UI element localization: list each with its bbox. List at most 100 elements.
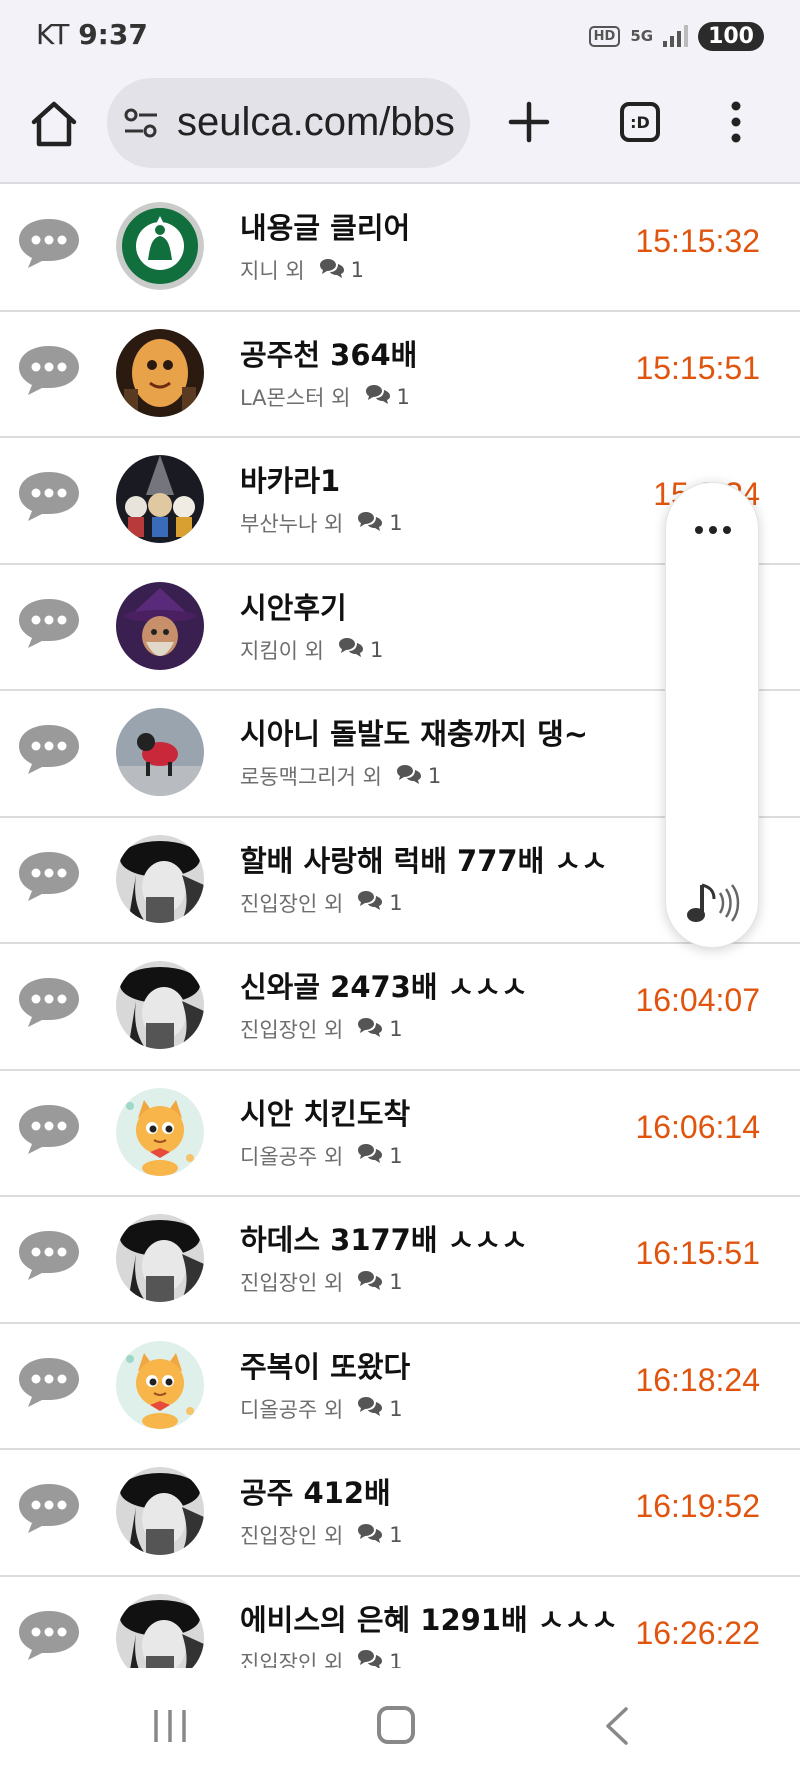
post-row[interactable]: 내용글 클리어 지니 외 1 15:15:32 bbox=[0, 185, 800, 312]
avatar[interactable] bbox=[116, 1593, 204, 1668]
avatar[interactable] bbox=[116, 1087, 204, 1176]
clock: 9:37 bbox=[78, 18, 148, 51]
comment-count-value: 1 bbox=[427, 764, 442, 788]
post-title[interactable]: 주복이 또왔다 bbox=[240, 1344, 410, 1386]
comment-bubbles-icon bbox=[357, 1522, 383, 1549]
comment-count-value: 1 bbox=[389, 1017, 403, 1041]
post-meta: 지니 외 1 bbox=[240, 255, 364, 285]
post-title[interactable]: 시안 치킨도착 bbox=[240, 1091, 410, 1133]
avatar[interactable] bbox=[116, 961, 204, 1049]
site-settings-icon[interactable] bbox=[123, 106, 159, 140]
hd-voice-icon: HD bbox=[588, 25, 621, 47]
avatar[interactable] bbox=[116, 1214, 204, 1302]
post-time: 15:15:51 bbox=[635, 349, 760, 386]
post-time: 16:15:51 bbox=[635, 1235, 760, 1271]
back-icon[interactable] bbox=[602, 1706, 632, 1746]
chat-bubble-dots-icon bbox=[16, 595, 82, 651]
post-title[interactable]: 공주 412배 bbox=[240, 1470, 391, 1512]
comment-bubbles-icon bbox=[357, 510, 383, 537]
post-title[interactable]: 하데스 3177배 ㅅㅅㅅ bbox=[240, 1217, 528, 1259]
chat-bubble-dots-icon bbox=[16, 1480, 82, 1536]
network-5g-icon: 5G bbox=[630, 27, 654, 45]
post-title[interactable]: 신와골 2473배 ㅅㅅㅅ bbox=[240, 964, 528, 1006]
post-title[interactable]: 공주천 364배 bbox=[240, 332, 417, 374]
post-meta: 진입장인 외 1 bbox=[240, 888, 403, 918]
post-row[interactable]: 신와골 2473배 ㅅㅅㅅ 진입장인 외 1 16:04:07 bbox=[0, 944, 800, 1071]
home-nav-icon[interactable] bbox=[377, 1706, 415, 1744]
avatar[interactable] bbox=[116, 328, 204, 417]
avatar[interactable] bbox=[116, 1467, 204, 1555]
avatar[interactable] bbox=[116, 1340, 204, 1429]
signal-icon bbox=[663, 25, 689, 47]
post-time: 16:19:52 bbox=[635, 1488, 760, 1524]
post-time: 16:26:22 bbox=[635, 1614, 760, 1651]
post-row[interactable]: 주복이 또왔다 디올공주 외 1 16:18:24 bbox=[0, 1324, 800, 1450]
post-title[interactable]: 바카라1 bbox=[240, 458, 340, 500]
tab-switcher-button[interactable]: :D bbox=[620, 102, 660, 142]
browser-toolbar: seulca.com/bbs :D bbox=[0, 72, 800, 184]
post-author: 디올공주 외 bbox=[240, 1397, 344, 1422]
floating-tool-panel[interactable] bbox=[665, 482, 759, 948]
chat-bubble-dots-icon bbox=[16, 342, 82, 398]
comment-count: 1 bbox=[319, 257, 364, 284]
avatar[interactable] bbox=[116, 581, 204, 670]
comment-bubbles-icon bbox=[357, 1269, 383, 1296]
post-meta: 진입장인 외 1 bbox=[240, 1647, 403, 1669]
post-author: 지킴이 외 bbox=[240, 638, 324, 663]
avatar[interactable] bbox=[116, 202, 204, 290]
carrier-label: KT bbox=[36, 18, 70, 51]
comment-count-value: 1 bbox=[389, 1649, 403, 1669]
comment-bubbles-icon bbox=[357, 1142, 383, 1169]
chat-bubble-dots-icon bbox=[16, 848, 82, 904]
avatar[interactable] bbox=[116, 708, 204, 796]
post-row[interactable]: 시안 치킨도착 디올공주 외 1 16:06:14 bbox=[0, 1071, 800, 1197]
url-text: seulca.com/bbs bbox=[177, 100, 455, 144]
comment-count: 1 bbox=[365, 383, 410, 410]
post-row[interactable]: 공주천 364배 LA몬스터 외 1 15:15:51 bbox=[0, 312, 800, 438]
carrier-time: KT 9:37 bbox=[36, 18, 148, 51]
post-author: 로동맥그리거 외 bbox=[240, 765, 382, 789]
comment-count: 1 bbox=[396, 763, 441, 790]
address-bar[interactable]: seulca.com/bbs bbox=[107, 78, 470, 168]
post-title[interactable]: 시아니 돌발도 재충까지 댕~ bbox=[240, 711, 588, 753]
status-bar: KT 9:37 HD 5G 100 bbox=[0, 0, 800, 72]
post-title[interactable]: 내용글 클리어 bbox=[240, 205, 410, 247]
chat-bubble-dots-icon bbox=[16, 468, 82, 524]
post-title[interactable]: 할배 사랑해 럭배 777배 ㅅㅅ bbox=[240, 838, 608, 880]
post-row[interactable]: 에비스의 은혜 1291배 ㅅㅅㅅ 진입장인 외 1 16:26:22 bbox=[0, 1577, 800, 1669]
comment-count-value: 1 bbox=[369, 637, 384, 662]
system-nav-bar bbox=[0, 1668, 800, 1778]
avatar[interactable] bbox=[116, 834, 204, 923]
avatar[interactable] bbox=[116, 455, 204, 543]
post-author: 진입장인 외 bbox=[240, 1524, 344, 1548]
comment-bubbles-icon bbox=[357, 1395, 383, 1422]
post-meta: 디올공주 외 1 bbox=[240, 1141, 403, 1171]
post-title[interactable]: 에비스의 은혜 1291배 ㅅㅅㅅ bbox=[240, 1597, 618, 1639]
post-meta: 로동맥그리거 외 1 bbox=[240, 761, 441, 791]
post-title[interactable]: 시안후기 bbox=[240, 585, 347, 627]
more-vertical-icon[interactable] bbox=[728, 100, 744, 144]
comment-count: 1 bbox=[357, 1142, 403, 1169]
comment-bubbles-icon bbox=[396, 763, 422, 790]
comment-count-value: 1 bbox=[350, 258, 365, 282]
new-tab-icon[interactable] bbox=[505, 98, 553, 146]
comment-count-value: 1 bbox=[389, 511, 403, 535]
comment-count-value: 1 bbox=[389, 1396, 403, 1421]
music-speaker-icon[interactable] bbox=[684, 879, 740, 927]
post-author: 진입장인 외 bbox=[240, 1650, 344, 1669]
comment-bubbles-icon bbox=[357, 1648, 383, 1668]
post-meta: 지킴이 외 1 bbox=[240, 635, 383, 665]
status-icons: HD 5G 100 bbox=[588, 20, 764, 52]
comment-count: 1 bbox=[338, 636, 383, 663]
comment-bubbles-icon bbox=[357, 889, 383, 916]
comment-bubbles-icon bbox=[338, 636, 364, 663]
comment-count-value: 1 bbox=[389, 1270, 403, 1294]
home-icon[interactable] bbox=[28, 98, 80, 150]
post-row[interactable]: 공주 412배 진입장인 외 1 16:19:52 bbox=[0, 1450, 800, 1577]
recent-apps-icon[interactable] bbox=[150, 1708, 190, 1744]
post-author: 부산누나 외 bbox=[240, 512, 344, 536]
comment-bubbles-icon bbox=[357, 1016, 383, 1043]
post-row[interactable]: 하데스 3177배 ㅅㅅㅅ 진입장인 외 1 16:15:51 bbox=[0, 1197, 800, 1324]
post-time: 16:04:07 bbox=[635, 982, 760, 1018]
more-horizontal-icon[interactable] bbox=[694, 525, 732, 535]
